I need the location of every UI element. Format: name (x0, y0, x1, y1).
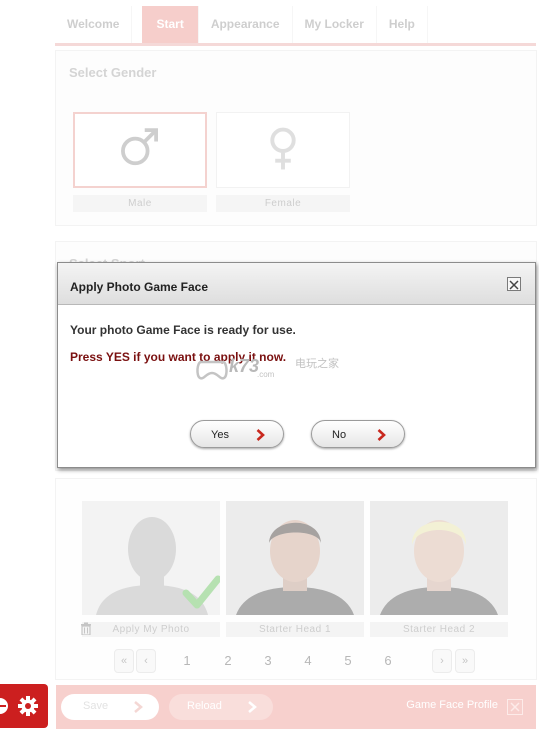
close-icon[interactable] (507, 699, 523, 715)
checkmark-icon (182, 575, 220, 609)
next-page-button[interactable]: › (432, 649, 452, 673)
page-3[interactable]: 3 (260, 653, 276, 668)
gender-female-label: Female (216, 195, 350, 212)
chevron-right-icon (377, 429, 386, 441)
chevron-right-icon (256, 429, 265, 441)
starter-head-2-image (370, 501, 508, 615)
last-page-button[interactable]: » (455, 649, 475, 673)
circle-arrow-icon[interactable] (0, 697, 12, 715)
first-page-button[interactable]: « (114, 649, 134, 673)
screen: Welcome Start Appearance My Locker Help … (0, 0, 539, 735)
no-label: No (332, 429, 347, 441)
male-symbol-icon (121, 128, 158, 166)
gender-female-card[interactable] (216, 112, 350, 188)
page-4[interactable]: 4 (300, 653, 316, 668)
watermark-logo: k73 电玩之家 .com (195, 352, 355, 386)
yes-button[interactable]: Yes (190, 420, 284, 448)
tab-start[interactable]: Start (142, 6, 199, 43)
tab-bar: Welcome Start Appearance My Locker Help (55, 6, 536, 46)
tab-appearance[interactable]: Appearance (199, 6, 293, 43)
reload-label: Reload (187, 700, 222, 712)
page-6[interactable]: 6 (380, 653, 396, 668)
game-face-profile-label: Game Face Profile (406, 699, 498, 711)
head-label-my-photo: Apply My Photo (82, 622, 220, 637)
gear-icon[interactable] (17, 695, 39, 717)
tab-welcome[interactable]: Welcome (55, 6, 133, 43)
head-label-starter-1: Starter Head 1 (226, 622, 364, 637)
tab-help[interactable]: Help (377, 6, 428, 43)
reload-button[interactable]: Reload (169, 694, 273, 720)
head-card-my-photo[interactable] (82, 501, 220, 615)
starter-head-1-image (226, 501, 364, 615)
female-symbol-icon (270, 127, 296, 170)
select-gender-panel: Select Gender Male Female (55, 50, 537, 226)
prev-page-button[interactable]: ‹ (136, 649, 156, 673)
gender-male-card[interactable] (73, 112, 207, 188)
tab-my-locker[interactable]: My Locker (293, 6, 377, 43)
yes-label: Yes (211, 429, 229, 441)
gender-male-label: Male (73, 195, 207, 212)
chevron-right-icon (134, 701, 143, 713)
page-5[interactable]: 5 (340, 653, 356, 668)
page-1[interactable]: 1 (179, 653, 195, 668)
watermark-url: .com (257, 370, 275, 379)
footer-bar: Save Reload Game Face Profile (56, 685, 536, 729)
close-icon[interactable] (507, 277, 521, 291)
pagination: « ‹ 1 2 3 4 5 6 › » (114, 649, 477, 675)
dialog-message: Your photo Game Face is ready for use. (70, 323, 296, 337)
head-card-starter-1[interactable] (226, 501, 364, 615)
no-button[interactable]: No (311, 420, 405, 448)
dialog-title: Apply Photo Game Face (70, 280, 209, 294)
save-button[interactable]: Save (61, 694, 159, 720)
trash-icon[interactable] (80, 622, 92, 635)
dialog-header: Apply Photo Game Face (58, 263, 535, 305)
head-label-starter-2: Starter Head 2 (370, 622, 508, 637)
page-2[interactable]: 2 (220, 653, 236, 668)
watermark-subtitle: 电玩之家 (295, 358, 339, 370)
watermark-text: k73 (229, 356, 260, 376)
save-label: Save (83, 700, 109, 712)
head-card-starter-2[interactable] (370, 501, 508, 615)
gamepad-icon (196, 360, 228, 380)
chevron-right-icon (248, 701, 257, 713)
select-gender-title: Select Gender (69, 65, 157, 80)
side-toolbar (0, 684, 48, 728)
